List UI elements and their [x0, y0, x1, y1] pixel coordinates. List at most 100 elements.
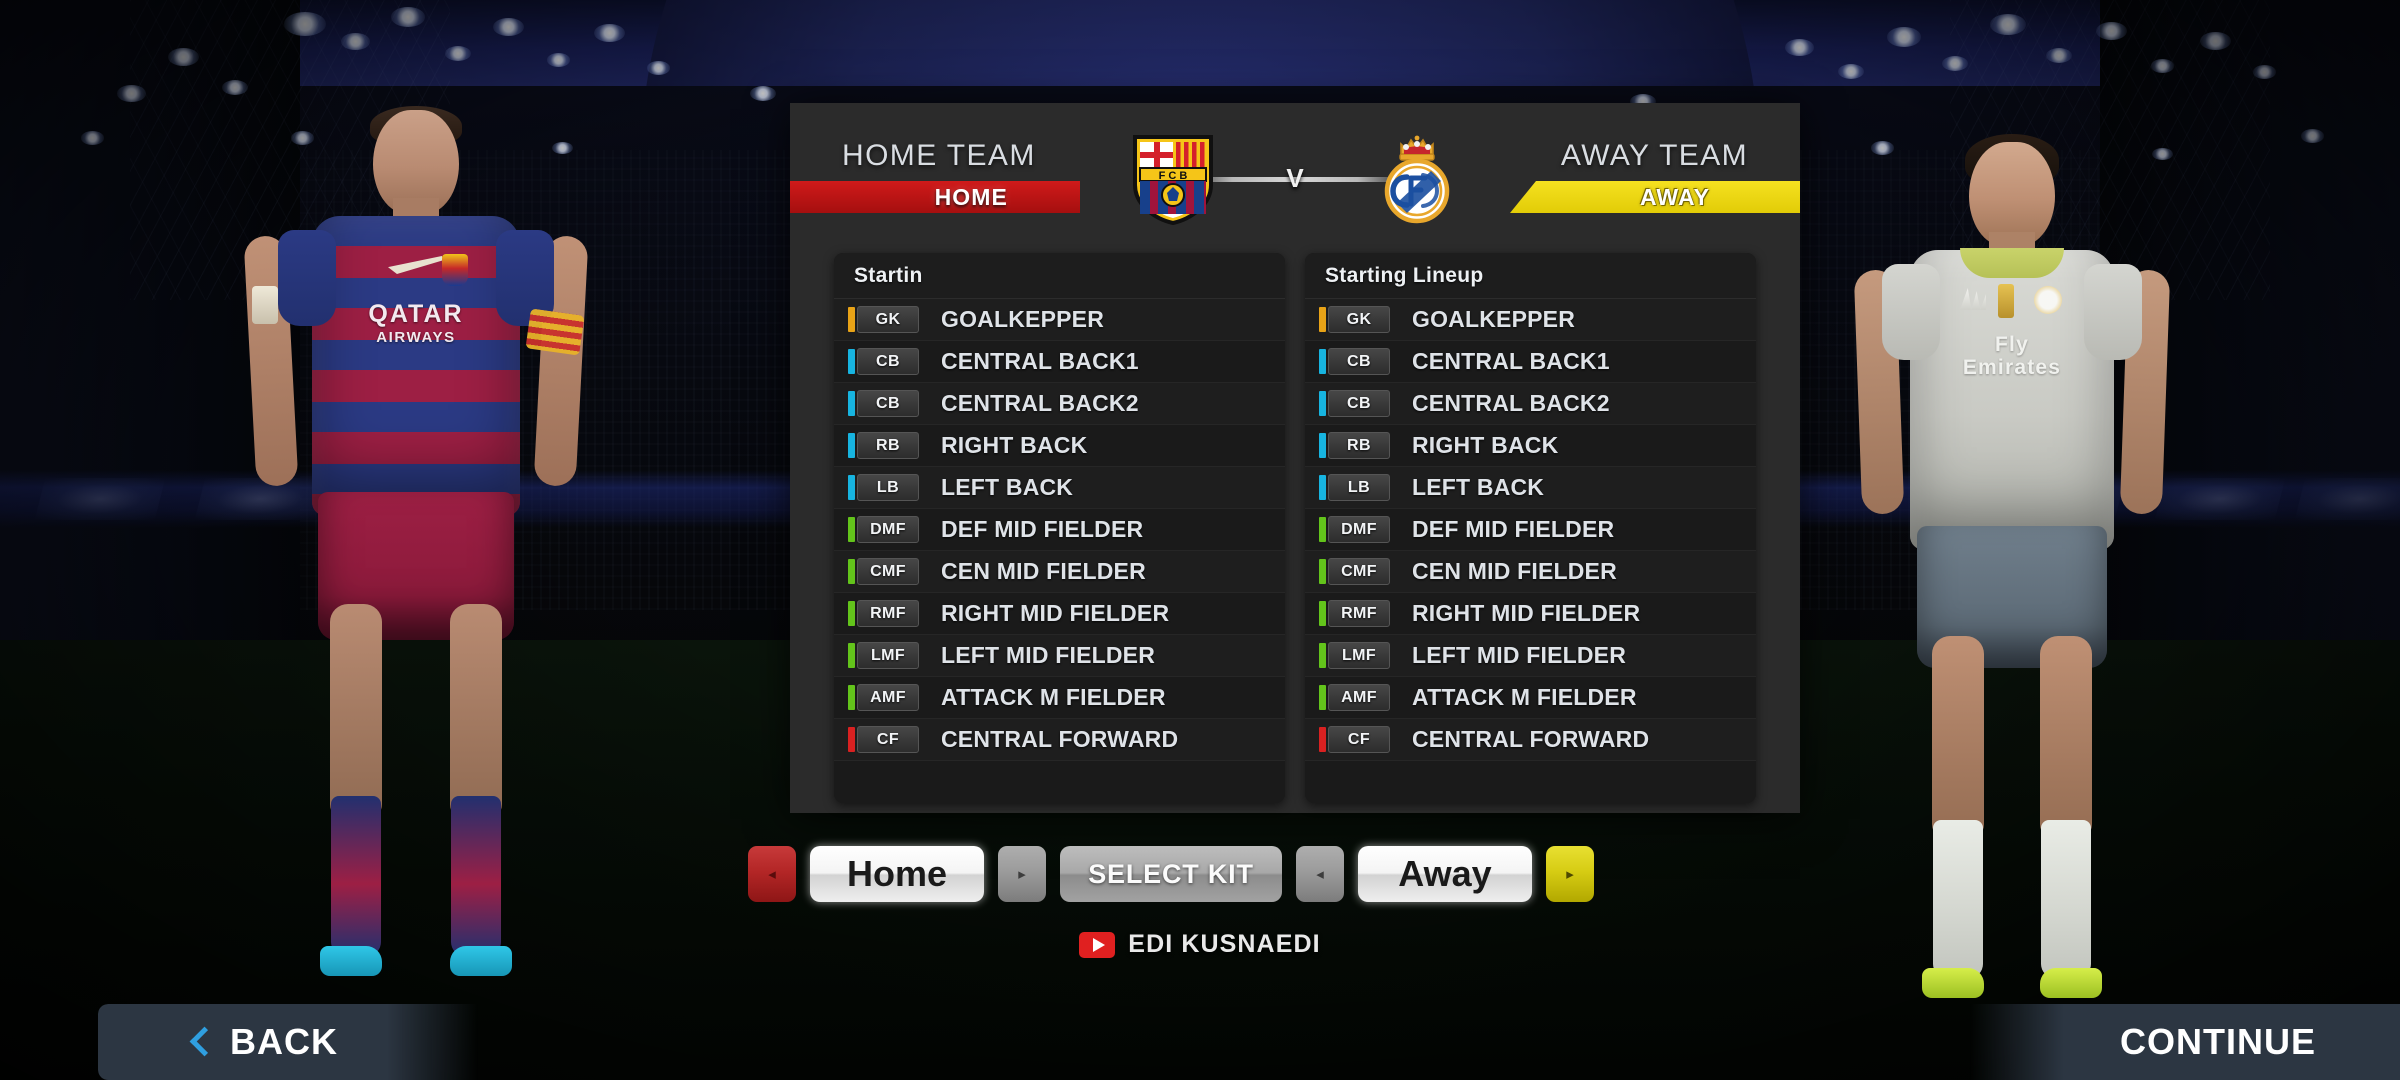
position-accent-bar: [1319, 685, 1326, 710]
lineup-panels: Startin GK GOALKEPPER CB CENTRAL BACK1 CB CEN…: [834, 253, 1756, 803]
position-name: LEFT BACK: [1412, 474, 1545, 500]
away-team-heading: AWAY TEAM: [1560, 139, 1748, 172]
position-name: GOALKEPPER: [1412, 306, 1576, 332]
position-name: ATTACK M FIELDER: [941, 684, 1166, 710]
home-kit-button[interactable]: Home: [810, 846, 984, 902]
position-name: CEN MID FIELDER: [941, 558, 1146, 584]
barcelona-crest-text: F C B: [1159, 170, 1188, 182]
position-badge: LMF: [857, 642, 919, 669]
position-name: CENTRAL BACK2: [1412, 390, 1610, 416]
position-accent-bar: [848, 433, 855, 458]
lineup-row[interactable]: RMF RIGHT MID FIELDER: [1305, 593, 1756, 635]
home-kit-prev-button[interactable]: ◂: [748, 846, 796, 902]
position-name: CENTRAL FORWARD: [1412, 726, 1650, 752]
lineup-row[interactable]: CB CENTRAL BACK2: [1305, 383, 1756, 425]
away-banner-label: AWAY: [1639, 183, 1711, 210]
away-lineup-rows: GK GOALKEPPER CB CENTRAL BACK1 CB CENTRAL BAC…: [1305, 299, 1756, 761]
lineup-row[interactable]: AMF ATTACK M FIELDER: [834, 677, 1285, 719]
lineup-row[interactable]: CF CENTRAL FORWARD: [834, 719, 1285, 761]
away-player-head: [1969, 142, 2055, 246]
position-badge: CF: [857, 726, 919, 753]
lineup-row[interactable]: RB RIGHT BACK: [834, 425, 1285, 467]
home-kit-banner[interactable]: HOME: [790, 181, 1080, 213]
away-lineup-header: Starting Lineup: [1305, 253, 1756, 299]
youtube-play-icon: [1079, 931, 1116, 958]
position-badge: DMF: [1328, 516, 1390, 543]
back-button-label: BACK: [230, 1021, 338, 1062]
away-player-collar: [1960, 248, 2064, 278]
position-name: CENTRAL BACK1: [1412, 348, 1610, 374]
chevron-left-icon: [192, 1028, 208, 1056]
lineup-row[interactable]: CF CENTRAL FORWARD: [1305, 719, 1756, 761]
position-badge: DMF: [857, 516, 919, 543]
bottom-nav-bar: BACK CONTINUE: [0, 990, 2400, 1080]
lineup-row[interactable]: DMF DEF MID FIELDER: [834, 509, 1285, 551]
lineup-row[interactable]: CB CENTRAL BACK2: [834, 383, 1285, 425]
lineup-row[interactable]: DMF DEF MID FIELDER: [1305, 509, 1756, 551]
home-lineup-header: Startin: [834, 253, 1285, 299]
away-kit-prev-button[interactable]: ◂: [1296, 846, 1344, 902]
continue-button[interactable]: CONTINUE: [1970, 1004, 2400, 1080]
position-name: RIGHT BACK: [1412, 432, 1559, 458]
lineup-row[interactable]: LMF LEFT MID FIELDER: [1305, 635, 1756, 677]
position-accent-bar: [1319, 601, 1326, 626]
position-name: RIGHT MID FIELDER: [1412, 600, 1641, 626]
back-button[interactable]: BACK: [98, 1004, 478, 1080]
select-kit-button[interactable]: SELECT KIT: [1060, 846, 1282, 902]
position-accent-bar: [848, 307, 855, 332]
team-selection-dialog: HOME TEAM AWAY TEAM V F C B HOME AWAY St…: [790, 103, 1800, 813]
channel-watermark: EDI KUSNAEDI: [0, 930, 2400, 959]
away-kit-banner[interactable]: AWAY: [1510, 181, 1800, 213]
lineup-row[interactable]: GK GOALKEPPER: [834, 299, 1285, 341]
lineup-row[interactable]: AMF ATTACK M FIELDER: [1305, 677, 1756, 719]
lineup-row[interactable]: RMF RIGHT MID FIELDER: [834, 593, 1285, 635]
position-badge: CB: [857, 390, 919, 417]
position-accent-bar: [848, 559, 855, 584]
captain-armband: [525, 308, 585, 356]
position-badge: CB: [1328, 348, 1390, 375]
position-accent-bar: [848, 475, 855, 500]
position-badge: CB: [857, 348, 919, 375]
crest-matchup: V F C B: [1133, 131, 1450, 226]
lineup-row[interactable]: GK GOALKEPPER: [1305, 299, 1756, 341]
position-badge: RMF: [857, 600, 919, 627]
lineup-row[interactable]: CMF CEN MID FIELDER: [1305, 551, 1756, 593]
home-lineup-rows: GK GOALKEPPER CB CENTRAL BACK1 CB CENTRAL BAC…: [834, 299, 1285, 761]
watermark-text: EDI KUSNAEDI: [1128, 930, 1321, 958]
position-name: DEF MID FIELDER: [941, 516, 1144, 542]
position-accent-bar: [1319, 391, 1326, 416]
away-jersey-sponsor: Fly Emirates: [1963, 333, 2061, 379]
position-badge: CF: [1328, 726, 1390, 753]
lineup-row[interactable]: CMF CEN MID FIELDER: [834, 551, 1285, 593]
lineup-row[interactable]: LMF LEFT MID FIELDER: [834, 635, 1285, 677]
position-name: RIGHT MID FIELDER: [941, 600, 1170, 626]
position-accent-bar: [848, 349, 855, 374]
position-accent-bar: [1319, 727, 1326, 752]
home-kit-next-button[interactable]: ▸: [998, 846, 1046, 902]
position-accent-bar: [1319, 643, 1326, 668]
lineup-row[interactable]: LB LEFT BACK: [834, 467, 1285, 509]
home-sponsor-main: QATAR: [368, 300, 464, 328]
home-lineup-panel: Startin GK GOALKEPPER CB CENTRAL BACK1 CB CEN…: [834, 253, 1285, 803]
lineup-row[interactable]: CB CENTRAL BACK1: [1305, 341, 1756, 383]
position-accent-bar: [848, 685, 855, 710]
lineup-row[interactable]: CB CENTRAL BACK1: [834, 341, 1285, 383]
position-badge: LMF: [1328, 642, 1390, 669]
position-name: LEFT MID FIELDER: [1412, 642, 1627, 668]
away-kit-button[interactable]: Away: [1358, 846, 1532, 902]
position-name: LEFT MID FIELDER: [941, 642, 1156, 668]
away-kit-next-button[interactable]: ▸: [1546, 846, 1594, 902]
fc-barcelona-crest: F C B: [1127, 131, 1219, 226]
position-name: CENTRAL FORWARD: [941, 726, 1179, 752]
position-accent-bar: [848, 727, 855, 752]
lineup-row[interactable]: LB LEFT BACK: [1305, 467, 1756, 509]
position-badge: LB: [857, 474, 919, 501]
vs-label: V: [1286, 163, 1304, 193]
lineup-row[interactable]: RB RIGHT BACK: [1305, 425, 1756, 467]
position-accent-bar: [848, 391, 855, 416]
position-accent-bar: [848, 643, 855, 668]
away-player-sleeve-right: [2084, 264, 2142, 360]
position-badge: AMF: [1328, 684, 1390, 711]
position-badge: AMF: [857, 684, 919, 711]
away-sponsor-line1: Fly: [1995, 333, 2029, 356]
